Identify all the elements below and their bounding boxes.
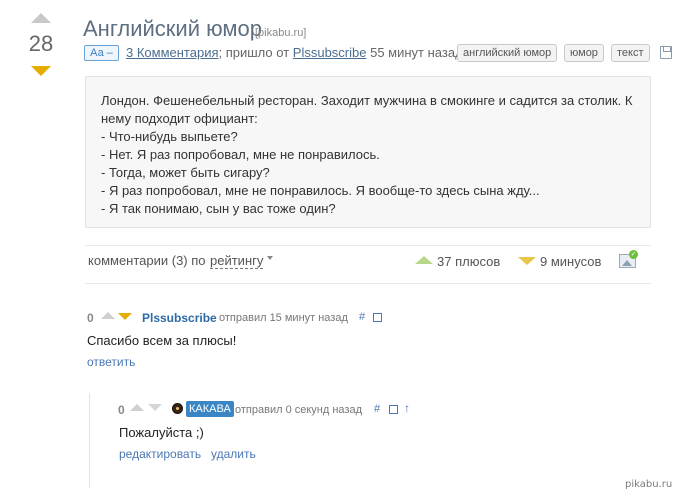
plus-count: 37 плюсов xyxy=(437,254,501,269)
reply-link[interactable]: ответить xyxy=(87,355,135,369)
story-line: - Нет. Я раз попробовал, мне не понравил… xyxy=(101,147,380,162)
parent-comment-arrow-icon[interactable]: ↑ xyxy=(404,401,410,415)
comment-text: Пожалуйста ;) xyxy=(119,425,204,440)
meta-separator-text: ; пришло от xyxy=(218,45,293,60)
comment-downvote-icon[interactable] xyxy=(148,404,162,411)
sort-arrow-icon[interactable] xyxy=(267,256,273,260)
delete-link[interactable]: удалить xyxy=(211,447,256,461)
divider xyxy=(85,283,651,284)
edit-link[interactable]: редактировать xyxy=(119,447,201,461)
post-title[interactable]: Английский юмор xyxy=(83,16,262,42)
post-author-link[interactable]: Plssubscribe xyxy=(293,45,367,60)
comment-downvote-icon[interactable] xyxy=(118,313,132,320)
minus-arrow-icon xyxy=(518,257,536,265)
comment-meta: отправил 0 секунд назад xyxy=(235,404,362,416)
comment-rating: 0 xyxy=(118,403,125,417)
post-rating: 28 xyxy=(28,31,54,56)
comment-save-icon[interactable] xyxy=(373,313,382,322)
comment-permalink[interactable]: # xyxy=(359,311,365,323)
comment-save-icon[interactable] xyxy=(389,405,398,414)
tag-text[interactable]: текст xyxy=(611,44,650,62)
check-icon: ✓ xyxy=(629,250,638,259)
save-icon[interactable] xyxy=(660,46,672,59)
plus-arrow-icon xyxy=(415,256,433,264)
story-line: - Я раз попробовал, мне не понравилось. … xyxy=(101,183,540,198)
comment-rating: 0 xyxy=(87,311,94,325)
divider xyxy=(85,245,651,246)
font-size-toggle-button[interactable]: Аа – xyxy=(84,45,119,61)
post-upvote-button[interactable] xyxy=(31,13,51,23)
tag-english-humor[interactable]: английский юмор xyxy=(457,44,558,62)
comment-text: Спасибо всем за плюсы! xyxy=(87,333,237,348)
story-line: - Тогда, может быть сигару? xyxy=(101,165,270,180)
nesting-line xyxy=(89,393,90,488)
story-line: - Я так понимаю, сын у вас тоже один? xyxy=(101,201,336,216)
post-downvote-button[interactable] xyxy=(31,66,51,76)
story-line: - Что-нибудь выпьете? xyxy=(101,129,238,144)
comment-meta: отправил 15 минут назад xyxy=(219,312,348,324)
comments-label: комментарии (3) по xyxy=(88,253,206,268)
watermark: pikabu.ru xyxy=(625,479,673,490)
story-text: Лондон. Фешенебельный ресторан. Заходит … xyxy=(101,92,641,218)
post-time: 55 минут назад xyxy=(366,45,463,60)
tag-humor[interactable]: юмор xyxy=(564,44,604,62)
comment-author-link[interactable]: КАКАВА xyxy=(186,401,234,417)
comment-upvote-icon[interactable] xyxy=(101,312,115,319)
story-line: Лондон. Фешенебельный ресторан. Заходит … xyxy=(101,93,633,108)
comment-author-link[interactable]: Plssubscribe xyxy=(142,311,217,325)
comment-upvote-icon[interactable] xyxy=(130,404,144,411)
comments-count-link[interactable]: 3 Комментария xyxy=(126,45,219,60)
comment-permalink[interactable]: # xyxy=(374,403,380,415)
sort-by-rating-link[interactable]: рейтингу xyxy=(210,253,264,269)
post-source: [pikabu.ru] xyxy=(255,27,307,39)
minus-count: 9 минусов xyxy=(540,254,602,269)
avatar[interactable] xyxy=(172,403,183,414)
post-meta: 3 Комментария; пришло от Plssubscribe 55… xyxy=(126,45,463,60)
story-line: нему подходит официант: xyxy=(101,111,258,126)
